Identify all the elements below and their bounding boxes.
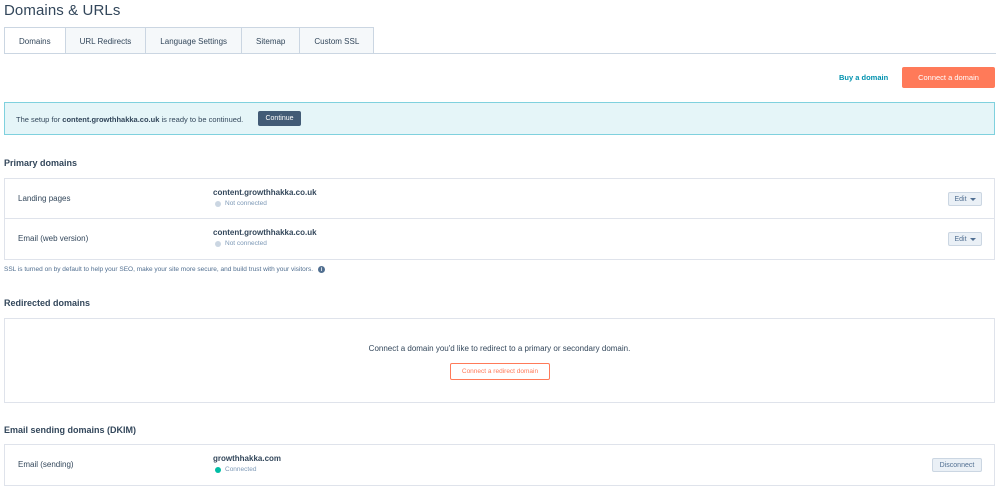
email-sending-card: Email (sending) growthhakka.com Connecte… [4,444,995,486]
tab-divider [4,53,996,54]
disconnect-button[interactable]: Disconnect [932,458,982,472]
connect-redirect-domain-button[interactable]: Connect a redirect domain [450,363,550,380]
row-domain: content.growthhakka.co.uk [213,228,317,237]
alert-domain: content.growthhakka.co.uk [62,115,160,124]
edit-label: Edit [954,195,967,203]
status-dot-icon [215,200,221,207]
primary-domains-card: Landing pages content.growthhakka.co.uk … [4,178,995,260]
row-label: Email (web version) [18,234,89,243]
caret-down-icon [969,197,976,201]
table-row: Landing pages content.growthhakka.co.uk … [5,179,994,219]
row-domain: growthhakka.com [213,454,282,463]
page-title: Domains & URLs [4,2,121,19]
redirected-domains-card: Connect a domain you'd like to redirect … [4,318,995,403]
edit-dropdown-button[interactable]: Edit [948,232,982,246]
info-icon[interactable]: i [318,266,326,273]
tab-domains[interactable]: Domains [4,27,66,54]
tab-url-redirects[interactable]: URL Redirects [65,27,147,54]
buy-domain-link[interactable]: Buy a domain [839,73,888,82]
tab-sitemap[interactable]: Sitemap [242,27,301,54]
tab-custom-ssl[interactable]: Custom SSL [300,27,375,54]
row-label: Email (sending) [18,460,74,469]
continue-button[interactable]: Continue [258,111,301,126]
status-badge: Not connected [215,200,267,207]
status-text: Not connected [225,240,267,247]
status-badge: Not connected [215,240,267,247]
primary-domains-heading: Primary domains [4,158,78,168]
status-dot-icon [215,240,221,247]
alert-text-after: is ready to be continued. [159,115,244,124]
row-label: Landing pages [18,194,71,203]
setup-alert: The setup for content.growthhakka.co.uk … [4,102,995,135]
tab-language-settings[interactable]: Language Settings [146,27,243,54]
ssl-note-text: SSL is turned on by default to help your… [4,266,314,273]
empty-state-text: Connect a domain you'd like to redirect … [368,344,631,353]
caret-down-icon [969,237,976,241]
status-text: Not connected [225,200,267,207]
redirected-domains-heading: Redirected domains [4,298,91,308]
alert-text-before: The setup for [16,115,63,124]
email-sending-heading: Email sending domains (DKIM) [4,425,137,435]
alert-message: The setup for content.growthhakka.co.uk … [16,115,243,124]
tab-bar: Domains URL Redirects Language Settings … [4,27,375,54]
connect-domain-button[interactable]: Connect a domain [902,67,995,88]
status-text: Connected [225,466,257,473]
ssl-note: SSL is turned on by default to help your… [4,266,326,273]
row-domain: content.growthhakka.co.uk [213,188,317,197]
table-row: Email (sending) growthhakka.com Connecte… [5,445,994,485]
status-dot-icon [215,466,221,473]
table-row: Email (web version) content.growthhakka.… [5,219,994,259]
edit-dropdown-button[interactable]: Edit [948,192,982,206]
edit-label: Edit [954,235,967,243]
status-badge: Connected [215,466,256,473]
